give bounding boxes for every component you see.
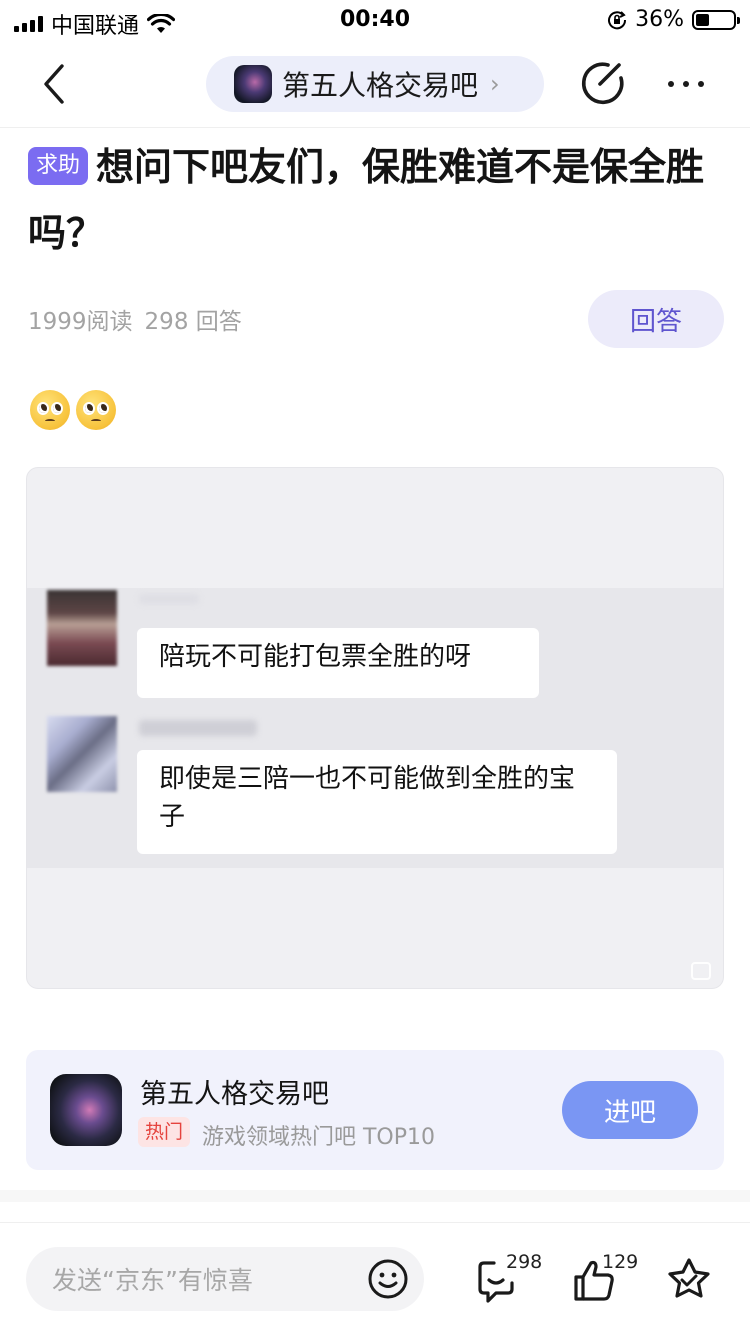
post-meta: 1999阅读 298 回答 [28, 302, 242, 336]
more-button[interactable] [668, 72, 714, 96]
forum-card[interactable]: 第五人格交易吧 热门 游戏领域热门吧 TOP10 进吧 [26, 1050, 724, 1170]
forum-avatar [50, 1074, 122, 1146]
comment-count: 298 [506, 1251, 543, 1273]
edit-button[interactable] [578, 58, 628, 108]
emoji-row [30, 390, 116, 430]
post-title: 求助 想问下吧友们，保胜难道不是保全胜吗？ [28, 134, 728, 266]
read-count: 1999阅读 [28, 309, 133, 335]
blurred-username [139, 720, 257, 736]
back-arrow-icon [44, 64, 64, 104]
hot-badge: 热门 [138, 1117, 191, 1147]
blurred-username [139, 594, 199, 604]
status-right: 36% [607, 7, 740, 32]
battery-percent: 36% [635, 7, 684, 32]
post-title-text: 想问下吧友们，保胜难道不是保全胜吗？ [28, 145, 705, 255]
chat-bubble: 陪玩不可能打包票全胜的呀 [137, 628, 539, 698]
status-bar: 中国联通 00:40 36% [0, 0, 750, 42]
forum-avatar-small [234, 65, 272, 103]
blurred-avatar [47, 716, 117, 792]
battery-icon [692, 9, 740, 30]
emoji-picker-button[interactable] [366, 1257, 410, 1301]
chevron-right-icon: › [490, 70, 500, 98]
forum-card-description: 游戏领域热门吧 TOP10 [202, 1125, 436, 1150]
star-check-icon [668, 1258, 710, 1298]
forum-pill-name: 第五人格交易吧 [282, 69, 479, 102]
answer-count: 298 回答 [144, 309, 242, 335]
pleading-face-emoji [30, 390, 70, 430]
like-count: 129 [602, 1251, 639, 1273]
more-dot-icon [683, 81, 689, 87]
edit-icon [581, 62, 624, 105]
blurred-avatar [47, 590, 117, 666]
more-dot-icon [668, 81, 674, 87]
nav-bar: 第五人格交易吧 › [0, 42, 750, 128]
help-tag: 求助 [28, 147, 89, 185]
pleading-face-emoji [76, 390, 116, 430]
bottom-bar: 发送“京东”有惊喜 298 129 [0, 1222, 750, 1334]
post-image[interactable]: 陪玩不可能打包票全胜的呀 即使是三陪一也不可能做到全胜的宝子 [26, 467, 724, 989]
enter-forum-button[interactable]: 进吧 [562, 1081, 698, 1139]
section-divider [0, 1190, 750, 1202]
forum-card-name: 第五人格交易吧 [140, 1079, 329, 1110]
chat-bubble: 即使是三陪一也不可能做到全胜的宝子 [137, 750, 617, 854]
more-dot-icon [698, 81, 704, 87]
favorite-button[interactable] [664, 1255, 714, 1305]
answer-button[interactable]: 回答 [588, 290, 724, 348]
back-button[interactable] [36, 62, 76, 106]
image-watermark [691, 962, 711, 980]
forum-pill-button[interactable]: 第五人格交易吧 › [206, 56, 544, 112]
smile-icon [368, 1259, 408, 1299]
comment-input[interactable]: 发送“京东”有惊喜 [26, 1247, 424, 1311]
watermark-logo-icon [691, 962, 711, 980]
orientation-lock-icon [608, 10, 627, 29]
